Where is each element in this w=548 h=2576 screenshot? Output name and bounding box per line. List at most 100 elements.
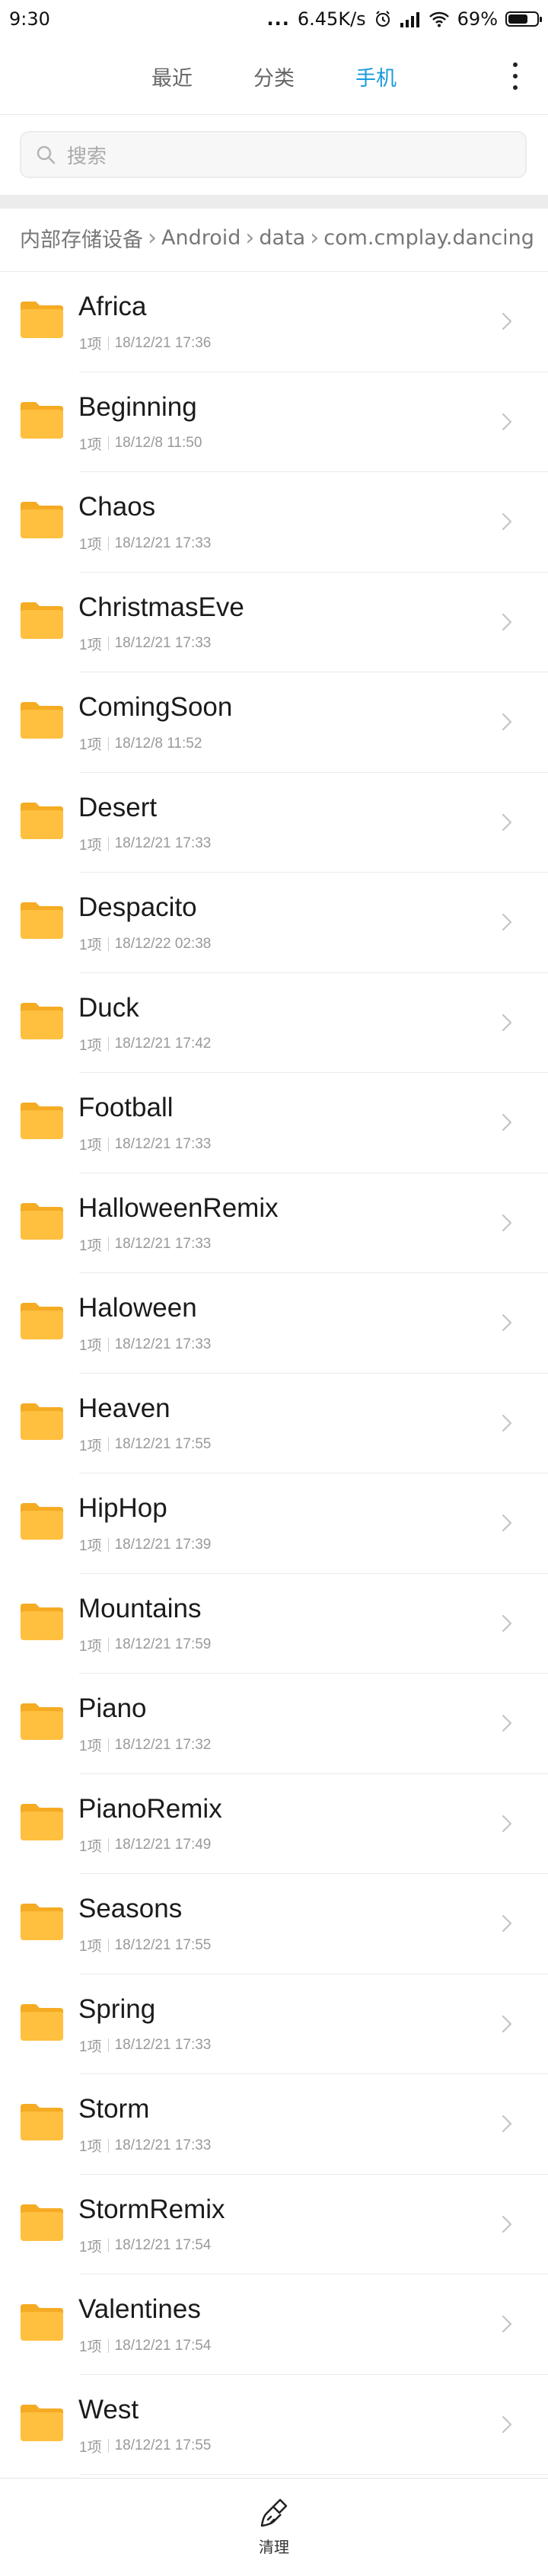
modified-date: 18/12/21 17:33 (114, 2037, 212, 2053)
meta-divider (107, 637, 109, 650)
folder-icon (21, 2304, 63, 2341)
tab-category[interactable]: 分类 (253, 62, 295, 91)
chevron-right-icon (502, 413, 512, 430)
file-list-item[interactable]: PianoRemix 1项 18/12/21 17:49 (0, 1774, 548, 1874)
file-list-item[interactable]: Beginning 1项 18/12/8 11:50 (0, 372, 548, 472)
modified-date: 18/12/8 11:52 (114, 735, 202, 752)
chevron-right-icon (502, 312, 512, 330)
file-list-item[interactable]: Chaos 1项 18/12/21 17:33 (0, 472, 548, 573)
item-count: 1项 (79, 2439, 102, 2456)
modified-date: 18/12/21 17:42 (114, 1036, 212, 1052)
tab-header: 最近 分类 手机 (0, 38, 548, 115)
bottom-toolbar: 清理 (0, 2478, 548, 2576)
breadcrumb-item-current[interactable]: com.cmplay.dancing (323, 226, 534, 250)
search-placeholder: 搜索 (67, 145, 107, 168)
file-name: StormRemix (78, 2194, 225, 2224)
breadcrumb-item-data[interactable]: data (259, 226, 305, 250)
folder-icon (21, 401, 63, 439)
folder-icon (21, 502, 63, 538)
file-list-item[interactable]: Seasons 1项 18/12/21 17:55 (0, 1874, 548, 1974)
modified-date: 18/12/21 17:36 (114, 334, 212, 351)
folder-icon (21, 1904, 63, 1940)
more-options-icon[interactable] (511, 62, 519, 90)
file-list-item[interactable]: Mountains 1项 18/12/21 17:59 (0, 1574, 548, 1674)
file-meta: 1项 18/12/21 17:33 (79, 2135, 211, 2156)
file-list-item[interactable]: ChristmasEve 1项 18/12/21 17:33 (0, 573, 548, 672)
item-count: 1项 (79, 1438, 102, 1454)
chevron-right-icon (502, 1314, 512, 1332)
folder-icon (21, 1002, 63, 1039)
notification-dots: ... (266, 8, 290, 30)
chevron-right-icon (502, 512, 512, 531)
modified-date: 18/12/21 17:54 (114, 2337, 212, 2354)
broom-icon (260, 2498, 288, 2527)
breadcrumb-item-internal-storage[interactable]: 内部存储设备 (20, 223, 143, 253)
folder-icon (21, 1503, 63, 1540)
file-meta: 1项 18/12/21 17:33 (79, 834, 211, 854)
file-list-item[interactable]: Duck 1项 18/12/21 17:42 (0, 973, 548, 1073)
modified-date: 18/12/21 17:54 (114, 2237, 212, 2253)
search-icon (37, 145, 56, 164)
file-name: West (78, 2394, 139, 2424)
modified-date: 18/12/21 17:59 (114, 1636, 212, 1652)
file-list-item[interactable]: Haloween 1项 18/12/21 17:33 (0, 1273, 548, 1374)
tab-recent[interactable]: 最近 (151, 62, 193, 91)
chevron-right-icon (502, 1514, 512, 1532)
file-list-item[interactable]: Spring 1项 18/12/21 17:33 (0, 1974, 548, 2074)
file-list-item[interactable]: HalloweenRemix 1项 18/12/21 17:33 (0, 1173, 548, 1273)
file-list-item[interactable]: StormRemix 1项 18/12/21 17:54 (0, 2175, 548, 2274)
meta-divider (107, 1938, 109, 1952)
chevron-right-icon (502, 1113, 512, 1132)
file-list-item[interactable]: Heaven 1项 18/12/21 17:55 (0, 1374, 548, 1473)
breadcrumb-item-android[interactable]: Android (161, 226, 241, 250)
file-list-item[interactable]: Piano 1项 18/12/21 17:32 (0, 1674, 548, 1774)
item-count: 1项 (79, 837, 102, 854)
file-meta: 1项 18/12/21 17:55 (79, 1435, 211, 1455)
folder-icon (21, 902, 63, 939)
file-name: Seasons (78, 1894, 183, 1923)
file-list-item[interactable]: HipHop 1项 18/12/21 17:39 (0, 1473, 548, 1574)
file-name: Despacito (78, 892, 197, 922)
chevron-right-icon (502, 913, 512, 931)
file-meta: 1项 18/12/21 17:54 (79, 2335, 211, 2356)
meta-divider (107, 2138, 109, 2153)
file-list-item[interactable]: Africa 1项 18/12/21 17:36 (0, 272, 548, 372)
file-meta: 1项 18/12/21 17:33 (79, 2035, 211, 2056)
file-name: Storm (78, 2094, 150, 2124)
modified-date: 18/12/21 17:39 (114, 1536, 212, 1553)
file-meta: 1项 18/12/21 17:36 (79, 333, 211, 353)
search-input[interactable]: 搜索 (20, 131, 527, 178)
file-list-item[interactable]: Despacito 1项 18/12/22 02:38 (0, 873, 548, 973)
chevron-right-icon: › (148, 224, 157, 251)
clean-button[interactable]: 清理 (257, 2497, 291, 2576)
file-meta: 1项 18/12/21 17:33 (79, 1134, 211, 1154)
item-count: 1项 (79, 2239, 102, 2255)
meta-divider (107, 937, 109, 951)
file-list-item[interactable]: West 1项 18/12/21 17:55 (0, 2375, 548, 2475)
chevron-right-icon (502, 2015, 512, 2032)
file-list-item[interactable]: Valentines 1项 18/12/21 17:54 (0, 2274, 548, 2375)
file-list-item[interactable]: Storm 1项 18/12/21 17:33 (0, 2074, 548, 2175)
file-list: Africa 1项 18/12/21 17:36 Beginning 1项 18/12/8… (0, 272, 548, 2475)
status-indicators: ... 6.45K/s 69% (266, 8, 542, 30)
item-count: 1项 (79, 1338, 102, 1354)
item-count: 1项 (79, 1037, 102, 1054)
folder-icon (21, 702, 63, 739)
wifi-icon (429, 11, 449, 27)
modified-date: 18/12/21 17:32 (114, 1736, 212, 1753)
folder-icon (21, 1303, 63, 1339)
modified-date: 18/12/21 17:55 (114, 2437, 212, 2453)
folder-icon (21, 302, 63, 338)
file-list-item[interactable]: Football 1项 18/12/21 17:33 (0, 1073, 548, 1173)
chevron-right-icon (502, 1214, 512, 1231)
file-name: Chaos (78, 492, 156, 522)
item-count: 1项 (79, 337, 102, 353)
file-meta: 1项 18/12/21 17:55 (79, 1935, 211, 1955)
file-list-item[interactable]: Desert 1项 18/12/21 17:33 (0, 773, 548, 873)
tab-phone[interactable]: 手机 (355, 62, 397, 91)
file-meta: 1项 18/12/21 17:33 (79, 634, 211, 654)
file-list-item[interactable]: ComingSoon 1项 18/12/8 11:52 (0, 672, 548, 773)
file-name: Football (78, 1093, 174, 1122)
file-name: Spring (78, 1993, 156, 2024)
meta-divider (107, 1438, 109, 1451)
